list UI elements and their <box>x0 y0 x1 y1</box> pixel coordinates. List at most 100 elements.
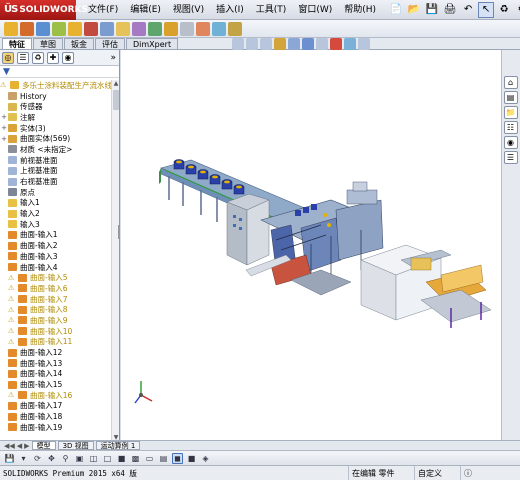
hidden-lines-icon[interactable]: ▤ <box>158 453 169 464</box>
tree-node[interactable]: ⚠ 曲面-输入10 <box>0 326 111 337</box>
expand-icon[interactable]: + <box>0 135 8 143</box>
wireframe-icon[interactable]: ▭ <box>144 453 155 464</box>
edit-component-icon[interactable] <box>4 21 18 36</box>
save-icon[interactable]: 💾 <box>424 2 440 18</box>
tree-node[interactable]: ⚠ 曲面-输入11 <box>0 337 111 348</box>
menu-item[interactable]: 视图(V) <box>167 0 210 20</box>
reference-geometry-icon[interactable] <box>148 21 162 36</box>
tree-node[interactable]: + 注解 <box>0 112 111 123</box>
tree-node[interactable]: + 曲面实体(569) <box>0 133 111 144</box>
tree-node[interactable]: 曲面-输入15 <box>0 379 111 390</box>
tree-node[interactable]: 曲面-输入12 <box>0 347 111 358</box>
tree-node[interactable]: 上视基准面 <box>0 166 111 177</box>
tree-node[interactable]: 前视基准面 <box>0 155 111 166</box>
graphics-area[interactable] <box>121 50 501 440</box>
tree-node[interactable]: 输入3 <box>0 219 111 230</box>
top-view-icon[interactable]: ■ <box>116 453 127 464</box>
show-hidden-icon[interactable] <box>116 21 130 36</box>
feature-manager-tab-icon[interactable]: ◎ <box>2 51 14 64</box>
tree-node[interactable]: ⚠ 曲面-输入9 <box>0 315 111 326</box>
interference-detection-icon[interactable] <box>212 21 226 36</box>
expand-icon[interactable]: + <box>0 124 8 132</box>
command-tab[interactable]: 草图 <box>33 38 63 49</box>
tree-node[interactable]: + 实体(3) <box>0 123 111 134</box>
scroll-up-icon[interactable]: ▲ <box>112 80 120 88</box>
file-explorer-icon[interactable]: 📁 <box>503 106 518 119</box>
tab-nav-next-icon[interactable]: ▶ <box>24 442 29 450</box>
perspective-icon[interactable]: ◈ <box>200 453 211 464</box>
section-icon[interactable]: ▣ <box>74 453 85 464</box>
tree-node[interactable]: ⚠ 曲面-输入5 <box>0 272 111 283</box>
edit-appearance-icon[interactable] <box>330 38 342 50</box>
isometric-icon[interactable]: ◫ <box>88 453 99 464</box>
command-tab[interactable]: 钣金 <box>64 38 94 49</box>
instant3d-icon[interactable] <box>228 21 242 36</box>
rotate-view-icon[interactable]: ⟳ <box>32 453 43 464</box>
bottom-tab[interactable]: 模型 <box>31 441 56 450</box>
tree-node[interactable]: 曲面-输入4 <box>0 262 111 273</box>
bottom-tab[interactable]: 运动算例 1 <box>95 441 141 450</box>
tree-node[interactable]: 曲面-输入14 <box>0 369 111 380</box>
section-view-icon[interactable] <box>274 38 286 50</box>
right-view-icon[interactable]: ▩ <box>130 453 141 464</box>
tree-node[interactable]: 曲面-输入17 <box>0 401 111 412</box>
print-icon[interactable]: 🖨 <box>442 2 458 18</box>
new-document-icon[interactable]: 📄 <box>388 2 404 18</box>
tree-node[interactable]: ⚠ 曲面-输入7 <box>0 294 111 305</box>
exploded-view-icon[interactable] <box>196 21 210 36</box>
tree-node[interactable]: 曲面-输入1 <box>0 230 111 241</box>
command-tab[interactable]: 评估 <box>95 38 125 49</box>
apply-scene-icon[interactable] <box>344 38 356 50</box>
save-icon[interactable]: 💾 <box>4 453 15 464</box>
select-pointer-icon[interactable]: ↖ <box>478 1 495 18</box>
dropdown-icon[interactable]: ▾ <box>18 453 29 464</box>
tree-node[interactable]: 曲面-输入3 <box>0 251 111 262</box>
previous-view-icon[interactable] <box>260 38 272 50</box>
scroll-thumb[interactable] <box>113 90 119 110</box>
shaded-icon[interactable]: ■ <box>186 453 197 464</box>
tree-node[interactable]: History <box>0 91 111 102</box>
smart-fasteners-icon[interactable] <box>84 21 98 36</box>
zoom-to-area-icon[interactable] <box>246 38 258 50</box>
menu-item[interactable]: 文件(F) <box>82 0 124 20</box>
assembly-features-icon[interactable] <box>132 21 146 36</box>
dimxpert-manager-tab-icon[interactable]: ✚ <box>47 51 59 64</box>
display-style-icon[interactable] <box>302 38 314 50</box>
hide-show-items-icon[interactable] <box>316 38 328 50</box>
command-tab[interactable]: DimXpert <box>126 38 179 49</box>
new-motion-study-icon[interactable] <box>164 21 178 36</box>
units-status[interactable]: 自定义 <box>414 465 460 480</box>
expand-icon[interactable]: + <box>0 113 8 121</box>
tab-nav-first-icon[interactable]: ◀◀ <box>4 442 15 450</box>
tree-node[interactable]: 曲面-输入13 <box>0 358 111 369</box>
zoom-to-fit-icon[interactable] <box>232 38 244 50</box>
pan-icon[interactable]: ✥ <box>46 453 57 464</box>
tree-node[interactable]: 输入1 <box>0 198 111 209</box>
display-manager-tab-icon[interactable]: ◉ <box>62 51 74 64</box>
tree-scrollbar[interactable]: ▲ ▼ <box>111 80 119 442</box>
component-preview-icon[interactable] <box>52 21 66 36</box>
tree-node[interactable]: 曲面-输入19 <box>0 422 111 433</box>
rebuild-icon[interactable]: ♻ <box>496 2 512 18</box>
bill-of-materials-icon[interactable] <box>180 21 194 36</box>
tree-node[interactable]: ⚠ 曲面-输入6 <box>0 283 111 294</box>
more-tabs-icon[interactable]: » <box>110 53 116 63</box>
linear-pattern-icon[interactable] <box>68 21 82 36</box>
mate-icon[interactable] <box>36 21 50 36</box>
menu-item[interactable]: 帮助(H) <box>338 0 382 20</box>
tree-node[interactable]: 传感器 <box>0 101 111 112</box>
view-palette-icon[interactable]: ☷ <box>503 121 518 134</box>
help-icon[interactable]: ⓘ <box>460 465 520 480</box>
front-view-icon[interactable]: □ <box>102 453 113 464</box>
options-icon[interactable]: ⚙ <box>514 2 520 18</box>
undo-icon[interactable]: ↶ <box>460 2 476 18</box>
solidworks-resources-icon[interactable]: ⌂ <box>503 76 518 89</box>
open-file-icon[interactable]: 📂 <box>406 2 422 18</box>
menu-item[interactable]: 窗口(W) <box>292 0 338 20</box>
view-settings-icon[interactable] <box>358 38 370 50</box>
view-orientation-icon[interactable] <box>288 38 300 50</box>
menu-item[interactable]: 工具(T) <box>250 0 293 20</box>
tree-node[interactable]: ⚠ 曲面-输入16 <box>0 390 111 401</box>
menu-item[interactable]: 插入(I) <box>210 0 250 20</box>
shaded-with-edges-icon[interactable]: ◼ <box>172 452 183 464</box>
